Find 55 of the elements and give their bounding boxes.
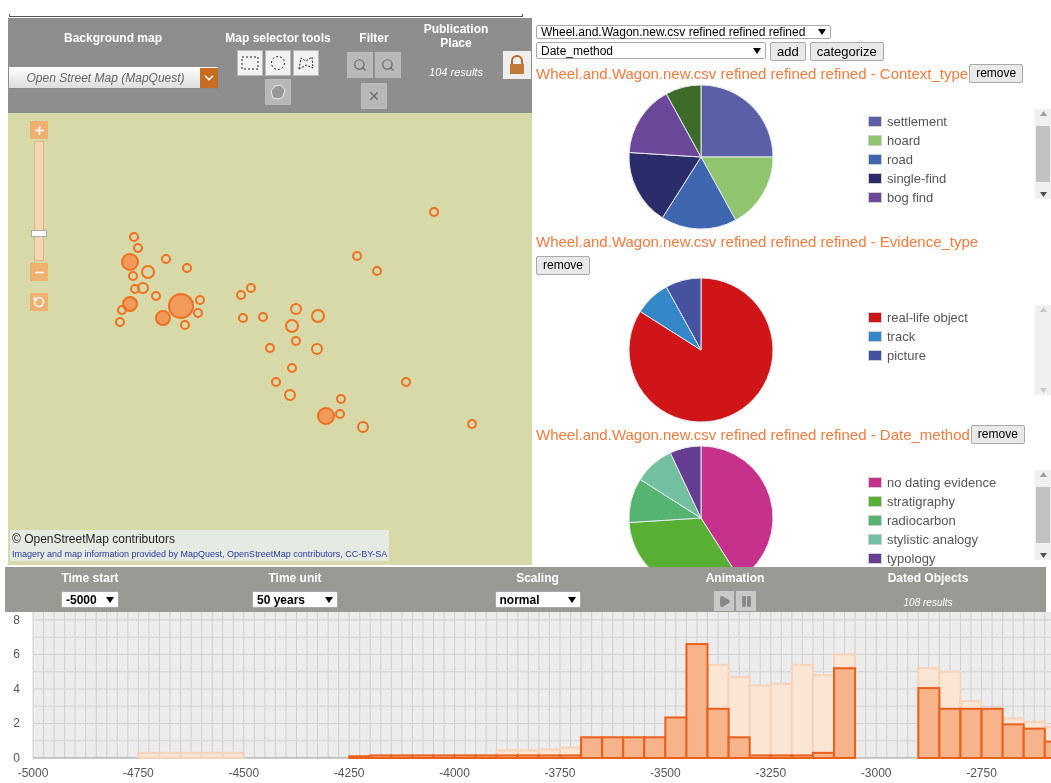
dropdown[interactable]: Wheel.and.Wagon.new.csv refined refined refined bbox=[536, 25, 831, 39]
remove-button[interactable]: remove bbox=[969, 63, 1024, 83]
legend-label: single-find bbox=[887, 171, 947, 185]
toolbar-label: Dated Objects bbox=[887, 570, 969, 587]
toolbar-label: Filter bbox=[359, 30, 389, 47]
toolbar-label: Time unit bbox=[268, 570, 322, 587]
x-tick-label: -4750 bbox=[123, 766, 154, 780]
legend-label: stratigraphy bbox=[887, 494, 955, 508]
legend-label: road bbox=[887, 152, 914, 166]
y-tick-label: 6 bbox=[13, 647, 20, 662]
remove-button[interactable]: remove bbox=[536, 255, 590, 275]
toolbar-label: Background map bbox=[64, 30, 162, 47]
action-button[interactable]: add bbox=[770, 42, 806, 61]
results-count: 104 results bbox=[429, 65, 483, 80]
legend-label: track bbox=[887, 330, 916, 343]
legend-label: real-life object bbox=[887, 311, 968, 324]
x-tick-label: -4500 bbox=[228, 766, 260, 780]
toolbar-label: Scaling bbox=[516, 570, 559, 587]
legend-label: picture bbox=[887, 349, 927, 362]
x-tick-label: -3500 bbox=[650, 766, 681, 780]
y-tick-label: 2 bbox=[13, 716, 20, 731]
dropdown[interactable]: -5000 bbox=[61, 591, 119, 608]
dropdown[interactable]: Date_method bbox=[536, 42, 766, 59]
results-count: 108 results bbox=[903, 596, 953, 610]
x-tick-label: -5000 bbox=[17, 766, 49, 780]
dropdown[interactable]: 50 years bbox=[252, 591, 338, 608]
legend-label: typology bbox=[887, 551, 936, 565]
legend-label: radiocarbon bbox=[887, 513, 956, 527]
toolbar-label: Publication Place bbox=[422, 22, 490, 50]
action-button[interactable]: categorize bbox=[809, 42, 884, 61]
attribution-text: Imagery and map information provided by MapQuest, OpenStreetMap contributors, CC-BY-SA bbox=[12, 547, 388, 561]
attribution-text: © OpenStreetMap contributors bbox=[12, 530, 176, 548]
toolbar-label: Animation bbox=[705, 570, 765, 587]
legend-label: no dating evidence bbox=[887, 475, 997, 489]
x-tick-label: -3750 bbox=[544, 766, 576, 780]
y-tick-label: 8 bbox=[13, 612, 20, 627]
legend-label: bog find bbox=[887, 190, 934, 204]
chart-title: Wheel.and.Wagon.new.csv refined refined refined - Evidence_type bbox=[536, 233, 979, 249]
remove-button[interactable]: remove bbox=[970, 424, 1025, 444]
x-tick-label: -4250 bbox=[333, 766, 365, 780]
chart-title: Wheel.and.Wagon.new.csv refined refined refined - Date_method bbox=[536, 426, 970, 442]
y-tick-label: 4 bbox=[13, 681, 20, 696]
y-tick-label: 0 bbox=[13, 751, 20, 765]
legend-label: stylistic analogy bbox=[887, 532, 979, 546]
x-tick-label: -2750 bbox=[966, 766, 997, 780]
legend-label: hoard bbox=[887, 133, 921, 147]
chart-title: Wheel.and.Wagon.new.csv refined refined refined - Context_type bbox=[536, 65, 969, 81]
x-tick-label: -3000 bbox=[860, 766, 892, 780]
toolbar-label: Time start bbox=[61, 570, 119, 587]
x-tick-label: -3250 bbox=[755, 766, 787, 780]
background-map-dropdown[interactable]: Open Street Map (MapQuest) bbox=[8, 67, 218, 89]
toolbar-label: Map selector tools bbox=[225, 30, 331, 47]
legend-label: settlement bbox=[887, 114, 947, 128]
x-tick-label: -4000 bbox=[439, 766, 470, 780]
dropdown[interactable]: normal bbox=[494, 591, 581, 608]
